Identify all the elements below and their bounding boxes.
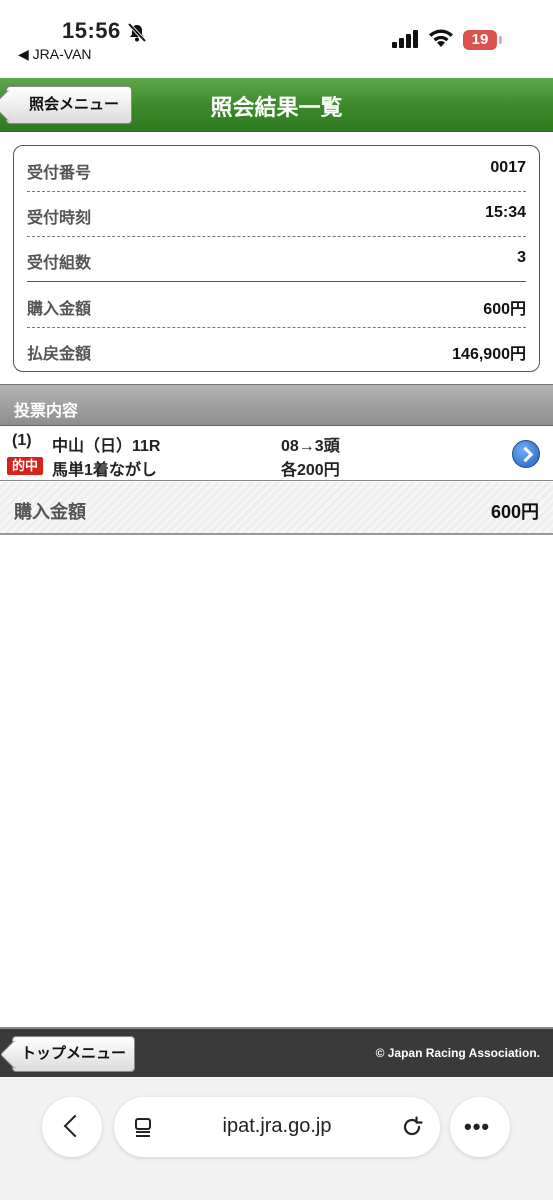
- bell-muted-icon: [127, 22, 147, 43]
- page-footer: トップメニュー © Japan Racing Association.: [0, 1027, 553, 1077]
- top-menu-button[interactable]: トップメニュー: [12, 1036, 136, 1072]
- info-row-purchase-amount: 購入金額 600円: [27, 282, 526, 327]
- url-text: ipat.jra.go.jp: [222, 1115, 332, 1137]
- battery-tip: [499, 36, 502, 44]
- status-bar: 15:56 ◀ JRA-VAN 19: [0, 0, 553, 78]
- battery-icon: 19: [463, 30, 497, 50]
- address-bar[interactable]: ipat.jra.go.jp: [114, 1097, 440, 1157]
- info-row-payout-amount: 払戻金額 146,900円: [27, 327, 526, 372]
- info-label: 購入金額: [27, 301, 92, 318]
- info-value: 600円: [483, 301, 526, 318]
- info-value: 146,900円: [452, 346, 526, 363]
- cellular-signal-icon: [392, 30, 418, 48]
- info-row-combination-count: 受付組数 3: [27, 236, 526, 281]
- status-time: 15:56: [62, 18, 121, 43]
- page-header: 照会メニュー 照会結果一覧: [0, 78, 553, 132]
- info-row-receipt-number: 受付番号 0017: [27, 146, 526, 191]
- info-value: 3: [517, 249, 526, 266]
- bet-race: 中山（日）11R: [52, 438, 161, 455]
- browser-toolbar: ipat.jra.go.jp •••: [0, 1077, 553, 1200]
- top-menu-label: トップメニュー: [21, 1045, 127, 1062]
- section-header-bet-details: 投票内容: [0, 384, 553, 426]
- browser-back-button[interactable]: [42, 1097, 102, 1157]
- info-label: 払戻金額: [27, 346, 92, 363]
- chevron-right-icon[interactable]: [512, 440, 540, 468]
- wifi-icon: [429, 29, 453, 47]
- more-icon: •••: [464, 1114, 491, 1139]
- bet-combination: 08→3頭: [281, 438, 340, 455]
- bet-list-item[interactable]: (1) 中山（日）11R 08→3頭 的中 馬単1着ながし 各200円: [0, 426, 553, 481]
- info-value: 0017: [490, 159, 526, 176]
- total-value: 600円: [490, 502, 539, 522]
- bet-number: (1): [12, 432, 32, 449]
- more-options-button[interactable]: •••: [450, 1097, 510, 1157]
- bet-type: 馬単1着ながし: [52, 462, 157, 479]
- page-title: 照会結果一覧: [210, 95, 343, 120]
- reload-icon[interactable]: [400, 1115, 424, 1139]
- info-label: 受付番号: [27, 165, 92, 182]
- info-label: 受付時刻: [27, 210, 92, 227]
- info-value: 15:34: [485, 204, 526, 221]
- purchase-total-row: 購入金額 600円: [0, 482, 553, 535]
- copyright-text: © Japan Racing Association.: [375, 1046, 540, 1060]
- info-label: 受付組数: [27, 255, 92, 272]
- bet-amount: 各200円: [281, 462, 340, 479]
- info-row-receipt-time: 受付時刻 15:34: [27, 191, 526, 236]
- section-title: 投票内容: [14, 403, 79, 420]
- back-to-app-link[interactable]: ◀ JRA-VAN: [18, 46, 92, 63]
- win-badge: 的中: [7, 457, 43, 475]
- total-label: 購入金額: [14, 502, 86, 522]
- receipt-info-box: 受付番号 0017 受付時刻 15:34 受付組数 3 購入金額 600円 払戻…: [13, 145, 540, 372]
